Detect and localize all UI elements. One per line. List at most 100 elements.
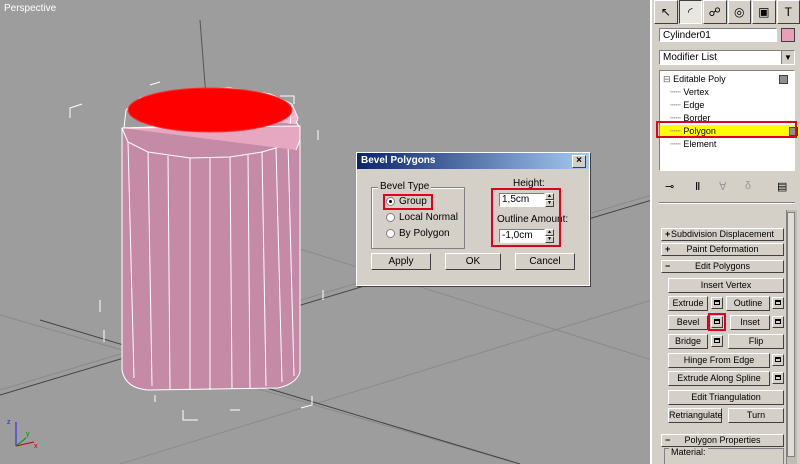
radio-checked-icon[interactable] bbox=[386, 197, 395, 206]
extrude-spline-settings-icon[interactable] bbox=[772, 372, 784, 384]
axis-y-label: y bbox=[26, 431, 30, 438]
spinner-up-icon: ▲ bbox=[545, 193, 554, 200]
height-field[interactable]: 1,5cm bbox=[499, 193, 545, 207]
radio-by-polygon-label: By Polygon bbox=[399, 228, 450, 239]
close-icon[interactable]: × bbox=[572, 155, 586, 168]
cancel-button[interactable]: Cancel bbox=[515, 253, 575, 270]
configure-modifier-sets-icon[interactable]: ▤ bbox=[777, 180, 787, 193]
bevel-settings-icon[interactable] bbox=[711, 316, 723, 328]
flip-button[interactable]: Flip bbox=[728, 334, 784, 349]
bridge-button[interactable]: Bridge bbox=[668, 334, 708, 349]
outline-button[interactable]: Outline bbox=[726, 296, 770, 311]
stack-item-edge[interactable]: ┄┄ Edge bbox=[660, 99, 800, 112]
rollout-title: Edit Polygons bbox=[694, 261, 751, 271]
axis-z-label: z bbox=[7, 419, 11, 426]
modifier-toggle-icon[interactable] bbox=[789, 127, 798, 136]
modifier-stack: ⊟ Editable Poly ┄┄ Vertex ┄┄ Edge ┄┄ Bor… bbox=[659, 70, 800, 171]
extrude-button[interactable]: Extrude bbox=[668, 296, 708, 311]
axis-tripod: z x y bbox=[7, 419, 38, 450]
radio-group[interactable]: Group bbox=[386, 196, 427, 207]
rollout-paint-deformation[interactable]: + Paint Deformation bbox=[661, 243, 784, 256]
stack-item-border[interactable]: ┄┄ Border bbox=[660, 112, 800, 125]
height-spinner[interactable]: 1,5cm ▲ ▼ bbox=[499, 193, 554, 207]
selected-top-polygon[interactable] bbox=[127, 87, 293, 133]
dialog-title: Bevel Polygons bbox=[361, 155, 436, 166]
pin-stack-icon[interactable]: ⊸ bbox=[665, 180, 674, 193]
stack-item-label: Edge bbox=[683, 100, 705, 110]
apply-button[interactable]: Apply bbox=[371, 253, 431, 270]
stack-item-label: Vertex bbox=[683, 87, 709, 97]
stack-item-vertex[interactable]: ┄┄ Vertex bbox=[660, 86, 800, 99]
dialog-titlebar[interactable]: Bevel Polygons × bbox=[357, 153, 589, 169]
radio-group-label: Group bbox=[399, 196, 427, 207]
rollout-title: Polygon Properties bbox=[684, 435, 761, 445]
stack-item-label: Border bbox=[683, 113, 711, 123]
modify-tab-icon[interactable]: ◜ bbox=[678, 0, 702, 24]
remove-modifier-icon[interactable]: δ bbox=[745, 180, 751, 192]
command-tabs: ↖ ◜ ☍ ◎ ▣ T bbox=[654, 0, 800, 24]
radio-local-normal-label: Local Normal bbox=[399, 212, 458, 223]
hinge-settings-icon[interactable] bbox=[772, 354, 784, 366]
stack-item-element[interactable]: ┄┄ Element bbox=[660, 138, 800, 151]
retriangulate-button[interactable]: Retriangulate bbox=[668, 408, 723, 423]
radio-unchecked-icon[interactable] bbox=[386, 213, 395, 222]
modifier-list-label: Modifier List bbox=[663, 52, 717, 63]
inset-button[interactable]: Inset bbox=[730, 315, 770, 330]
modifier-toggle-icon[interactable] bbox=[779, 75, 788, 84]
radio-by-polygon[interactable]: By Polygon bbox=[386, 228, 450, 239]
bridge-settings-icon[interactable] bbox=[711, 335, 723, 347]
spinner-down-icon: ▼ bbox=[545, 236, 554, 243]
spinner-up-icon: ▲ bbox=[545, 229, 554, 236]
stack-item-editable-poly[interactable]: ⊟ Editable Poly bbox=[660, 73, 792, 86]
material-group: Material: bbox=[664, 447, 784, 464]
ok-button[interactable]: OK bbox=[445, 253, 501, 270]
stack-item-label: Polygon bbox=[683, 126, 716, 136]
bevel-button[interactable]: Bevel bbox=[668, 315, 708, 330]
viewport-label[interactable]: Perspective bbox=[4, 3, 56, 14]
object-name-field[interactable]: Cylinder01 bbox=[659, 28, 777, 42]
stack-root-label: Editable Poly bbox=[673, 74, 726, 84]
outline-amount-spinner[interactable]: -1,0cm ▲ ▼ bbox=[499, 229, 554, 243]
hinge-from-edge-button[interactable]: Hinge From Edge bbox=[668, 353, 770, 368]
perspective-viewport[interactable]: Perspective z x y Bevel Polygons × Bevel… bbox=[0, 0, 652, 464]
show-end-result-icon[interactable]: Ⅱ bbox=[695, 180, 700, 193]
chevron-down-icon[interactable]: ▼ bbox=[781, 51, 794, 64]
outline-settings-icon[interactable] bbox=[772, 297, 784, 309]
bevel-type-group: Bevel Type Group Local Normal By Polygon bbox=[371, 181, 465, 249]
outline-amount-field[interactable]: -1,0cm bbox=[499, 229, 545, 243]
axis-x-label: x bbox=[34, 443, 38, 450]
hierarchy-tab-icon[interactable]: ☍ bbox=[703, 0, 727, 24]
extrude-settings-icon[interactable] bbox=[711, 297, 723, 309]
spinner-down-icon: ▼ bbox=[545, 200, 554, 207]
modifier-list-dropdown[interactable]: Modifier List ▼ bbox=[659, 50, 795, 65]
create-tab-icon[interactable]: ↖ bbox=[654, 0, 678, 24]
inset-settings-icon[interactable] bbox=[772, 316, 784, 328]
turn-button[interactable]: Turn bbox=[728, 408, 784, 423]
height-label: Height: bbox=[513, 178, 545, 189]
bevel-polygons-dialog: Bevel Polygons × Bevel Type Group Local … bbox=[356, 152, 590, 286]
bevel-type-title: Bevel Type bbox=[378, 181, 432, 192]
cylinder-mesh[interactable] bbox=[121, 87, 301, 391]
stack-item-polygon[interactable]: ┄┄ Polygon bbox=[660, 125, 800, 138]
spinner-arrows[interactable]: ▲ ▼ bbox=[545, 193, 554, 207]
make-unique-icon[interactable]: ∀ bbox=[719, 180, 727, 193]
panel-scroll-thumb[interactable] bbox=[787, 212, 795, 457]
rollout-polygon-properties[interactable]: − Polygon Properties bbox=[661, 434, 784, 447]
utilities-tab-icon[interactable]: T bbox=[776, 0, 800, 24]
extrude-along-spline-button[interactable]: Extrude Along Spline bbox=[668, 371, 770, 386]
spinner-arrows[interactable]: ▲ ▼ bbox=[545, 229, 554, 243]
radio-local-normal[interactable]: Local Normal bbox=[386, 212, 458, 223]
display-tab-icon[interactable]: ▣ bbox=[752, 0, 776, 24]
material-label: Material: bbox=[669, 447, 708, 457]
outline-amount-label: Outline Amount: bbox=[497, 214, 569, 225]
rollout-subdivision-displacement[interactable]: + Subdivision Displacement bbox=[661, 228, 784, 241]
stack-item-label: Element bbox=[683, 139, 717, 149]
panel-divider bbox=[659, 202, 795, 204]
rollout-title: Subdivision Displacement bbox=[670, 229, 775, 239]
edit-triangulation-button[interactable]: Edit Triangulation bbox=[668, 390, 784, 405]
rollout-edit-polygons[interactable]: − Edit Polygons bbox=[661, 260, 784, 273]
insert-vertex-button[interactable]: Insert Vertex bbox=[668, 278, 784, 293]
radio-unchecked-icon[interactable] bbox=[386, 229, 395, 238]
motion-tab-icon[interactable]: ◎ bbox=[727, 0, 751, 24]
object-color-swatch[interactable] bbox=[781, 28, 795, 42]
